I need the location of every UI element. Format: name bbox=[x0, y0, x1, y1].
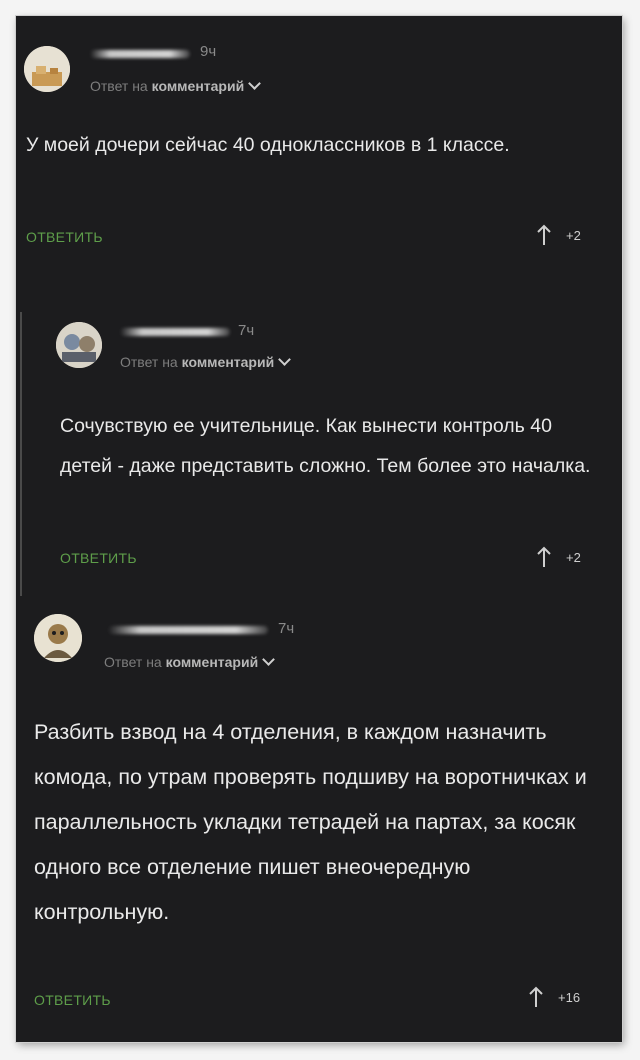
thread-line bbox=[20, 312, 22, 596]
comment-time: 7ч bbox=[238, 322, 255, 339]
avatar[interactable] bbox=[24, 46, 70, 92]
upvote-arrow-icon[interactable] bbox=[536, 546, 552, 568]
upvote-arrow-icon[interactable] bbox=[536, 224, 552, 246]
username-blurred[interactable] bbox=[108, 626, 268, 634]
reply-to-link[interactable]: Ответ на комментарий bbox=[90, 77, 262, 94]
chevron-down-icon[interactable] bbox=[278, 353, 292, 366]
comment-time: 7ч bbox=[278, 620, 295, 637]
vote-controls: +2 bbox=[536, 546, 581, 568]
reply-button[interactable]: ОТВЕТИТЬ bbox=[26, 229, 103, 245]
comment-text: Сочувствую ее учительнице. Как вынести к… bbox=[60, 415, 591, 477]
avatar[interactable] bbox=[56, 322, 102, 368]
comment-text: У моей дочери сейчас 40 одноклассников в… bbox=[26, 134, 510, 156]
chevron-down-icon[interactable] bbox=[248, 77, 262, 90]
upvote-arrow-icon[interactable] bbox=[528, 986, 544, 1008]
comments-screen: 9ч Ответ на комментарий У моей дочери се… bbox=[16, 16, 622, 1042]
username-blurred[interactable] bbox=[90, 50, 190, 58]
score: +2 bbox=[566, 549, 581, 565]
reply-to-link[interactable]: Ответ на комментарий bbox=[104, 653, 276, 670]
reply-to-link[interactable]: Ответ на комментарий bbox=[120, 353, 292, 370]
comment-time: 9ч bbox=[200, 43, 217, 60]
chevron-down-icon[interactable] bbox=[262, 653, 276, 666]
vote-controls: +2 bbox=[536, 224, 581, 246]
score: +16 bbox=[558, 989, 581, 1005]
vote-controls: +16 bbox=[528, 986, 580, 1008]
reply-button[interactable]: ОТВЕТИТЬ bbox=[60, 550, 137, 566]
score: +2 bbox=[566, 227, 581, 243]
username-blurred[interactable] bbox=[120, 328, 230, 336]
reply-button[interactable]: ОТВЕТИТЬ bbox=[34, 992, 111, 1008]
comment-text: Разбить взвод на 4 отделения, в каждом н… bbox=[34, 720, 587, 924]
avatar[interactable] bbox=[34, 614, 82, 662]
